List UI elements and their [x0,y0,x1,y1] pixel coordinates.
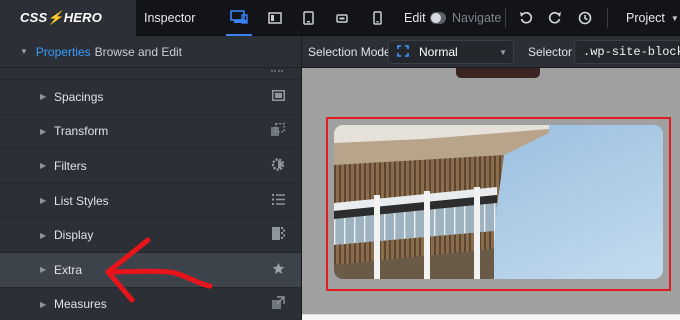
selector-label: Selector [528,45,573,59]
properties-sidebar: ▼ Properties Browse and Edit ▶ Spacings … [0,36,302,320]
selection-toolbar: Selection Mode Normal ▼ Selector .wp-sit… [302,36,680,68]
list-icon [272,193,285,208]
canvas-bottom-strip [302,314,680,320]
redo-icon [548,11,561,24]
clock-history-icon [578,11,592,25]
property-row-transform[interactable]: ▶ Transform [0,115,301,150]
building-image[interactable] [334,125,663,279]
filter-icon [271,157,285,174]
edit-mode-label: Edit [404,11,426,25]
properties-title: Properties [35,44,91,59]
brand-logo: CSS⚡HERO [20,10,103,25]
property-label: Extra [54,262,83,277]
toolbar-divider [505,8,506,28]
dotted-icon [271,69,283,72]
property-row-list-styles[interactable]: ▶ List Styles [0,184,301,219]
spacing-icon [272,89,285,104]
tablet-landscape-device-button[interactable] [335,0,349,36]
star-icon [272,262,285,278]
measures-icon [272,296,285,312]
chevron-down-icon: ▼ [499,47,507,57]
undo-button[interactable] [516,0,536,36]
property-label: Transform [54,124,109,139]
property-label: Spacings [54,89,104,104]
top-toolbar: CSS⚡HERO Inspector Edit Navigate Project… [0,0,680,36]
redo-button[interactable] [545,0,565,36]
undo-icon [520,11,533,24]
mobile-device-button[interactable] [370,0,384,36]
project-menu-button[interactable]: Project ▼ [626,0,679,36]
property-label: List Styles [54,193,109,208]
selection-mode-label: Selection Mode [308,45,391,59]
css-hero-app: CSS⚡HERO Inspector Edit Navigate Project… [0,0,680,320]
chevron-right-icon: ▶ [40,265,47,275]
element-label-tab [456,68,540,78]
selection-mode-select[interactable]: Normal ▼ [388,40,514,64]
red-arrow-annotation [105,237,213,303]
property-row-filters[interactable]: ▶ Filters [0,149,301,184]
preview-canvas [302,68,680,320]
selector-input[interactable]: .wp-site-blocks [574,40,680,64]
chevron-right-icon: ▶ [40,126,47,136]
chevron-right-icon: ▶ [40,230,47,240]
chevron-down-icon: ▼ [670,13,679,23]
project-menu-label: Project [626,11,665,25]
selection-mode-value: Normal [419,45,458,59]
properties-subtitle: Browse and Edit [94,44,183,59]
transform-icon [271,123,285,139]
chevron-right-icon: ▶ [40,299,47,309]
tablet-icon [302,11,314,25]
desktop-device-button[interactable] [226,0,252,36]
property-label: Filters [54,158,87,173]
laptop-icon [268,12,282,24]
chevron-right-icon: ▶ [40,161,47,171]
display-icon [272,227,285,243]
edit-navigate-toggle[interactable] [430,12,446,24]
chevron-down-icon: ▼ [20,47,28,56]
desktop-monitor-icon [230,10,248,24]
selection-frame-icon [397,44,409,60]
property-row-spacings[interactable]: ▶ Spacings [0,80,301,115]
history-button[interactable] [575,0,595,36]
properties-header[interactable]: ▼ Properties Browse and Edit [0,36,301,68]
toolbar-divider [607,8,608,28]
mobile-phone-icon [372,11,382,25]
chevron-right-icon: ▶ [40,92,47,102]
navigate-mode-label: Navigate [452,11,502,25]
tablet-landscape-icon [336,13,348,23]
brand-tab[interactable]: CSS⚡HERO [0,0,136,36]
property-row-partial [0,68,301,80]
tablet-device-button[interactable] [300,0,316,36]
selected-element-outline[interactable] [326,117,671,291]
chevron-right-icon: ▶ [40,196,47,206]
inspector-tab[interactable]: Inspector [144,0,195,36]
laptop-device-button[interactable] [265,0,285,36]
